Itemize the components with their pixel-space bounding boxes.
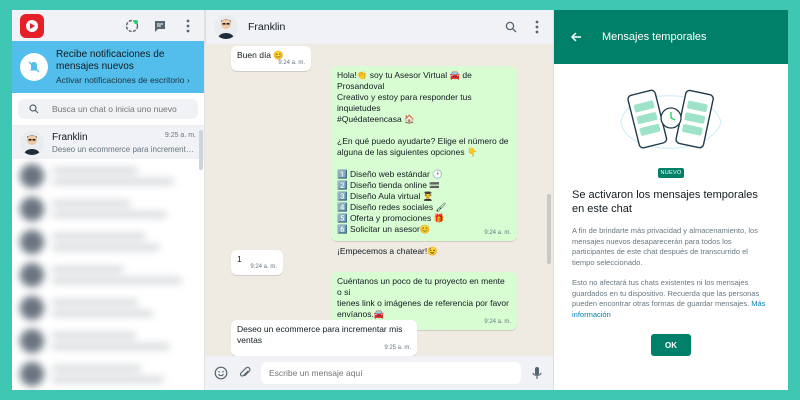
composer <box>205 356 553 390</box>
message-incoming[interactable]: 1 9:24 a. m. <box>231 250 283 275</box>
chat-item-franklin[interactable]: Franklin 9:25 a. m. Deseo un ecommerce pa… <box>12 126 204 160</box>
blurred-chat-item[interactable] <box>12 159 204 192</box>
description-2: Esto no afectará tus chats existentes ni… <box>572 278 760 308</box>
enable-notifications-link[interactable]: Activar notificaciones de escritorio › <box>56 75 196 85</box>
blurred-chat-item[interactable] <box>12 225 204 258</box>
message-line: Hola!👏 soy tu Asesor Virtual 🚘 de Prosan… <box>337 70 472 91</box>
search-bar <box>12 93 204 127</box>
avatar <box>20 295 44 320</box>
option-line: 3️⃣ Diseño Aula virtual 👨‍🎓 <box>337 191 434 201</box>
message-time: 9:24 a. m. <box>250 264 277 270</box>
option-line: 5️⃣ Oferta y promociones 🎁 <box>337 213 445 223</box>
conversation-header[interactable]: Franklin <box>205 10 553 44</box>
avatar <box>20 130 44 155</box>
search-icon[interactable] <box>26 101 42 117</box>
panel-header: Mensajes temporales <box>554 10 788 64</box>
attach-icon[interactable] <box>237 365 253 381</box>
message-input[interactable] <box>261 362 521 384</box>
message-scrollbar[interactable] <box>547 194 551 264</box>
panel-title: Mensajes temporales <box>602 31 707 43</box>
message-outgoing[interactable]: Hola!👏 soy tu Asesor Virtual 🚘 de Prosan… <box>331 66 517 256</box>
left-header <box>12 10 204 42</box>
avatar <box>20 361 44 386</box>
message-line: #Quédateencasa 🏠 <box>337 114 415 124</box>
message-line: Cuéntanos un poco de tu proyecto en ment… <box>337 276 505 297</box>
option-line: 1️⃣ Diseño web estándar 🕑 <box>337 169 443 179</box>
phones-timer-illustration <box>620 89 722 149</box>
conversation-panel: Franklin Buen día 😊 9:24 a. m. Hola!👏 so… <box>205 10 553 390</box>
new-chat-icon[interactable] <box>152 18 168 34</box>
message-line: Deseo un ecommerce para incrementar mis <box>237 324 403 334</box>
message-incoming[interactable]: Deseo un ecommerce para incrementar mis … <box>231 320 417 356</box>
avatar <box>20 262 44 287</box>
avatar <box>20 163 44 188</box>
message-time: 9:24 a. m. <box>484 319 511 325</box>
logo-icon <box>26 19 38 32</box>
panel-heading: Se activaron los mensajes temporales en … <box>572 189 758 215</box>
chat-name: Franklin <box>52 131 88 143</box>
chat-time: 9:25 a. m. <box>164 131 196 139</box>
option-line: 4️⃣ Diseño redes sociales 🖌 <box>337 202 447 212</box>
ok-button[interactable]: OK <box>651 334 691 356</box>
chat-list-panel: Recibe notificaciones de mensajes nuevos… <box>12 10 205 390</box>
message-time: 9:24 a. m. <box>484 230 511 236</box>
avatar <box>20 196 44 221</box>
search-input[interactable] <box>52 104 190 115</box>
emoji-icon[interactable] <box>213 365 229 381</box>
message-area: Buen día 😊 9:24 a. m. Hola!👏 soy tu Ases… <box>205 44 553 356</box>
notification-banner[interactable]: Recibe notificaciones de mensajes nuevos… <box>12 41 204 94</box>
contact-name: Franklin <box>248 21 286 33</box>
avatar <box>20 328 44 353</box>
notification-title: Recibe notificaciones de mensajes nuevos <box>56 49 165 73</box>
blurred-chat-item[interactable] <box>12 192 204 225</box>
message-time: 9:25 a. m. <box>384 345 411 351</box>
message-incoming[interactable]: Buen día 😊 9:24 a. m. <box>231 46 311 71</box>
chat-preview: Deseo un ecommerce para incrementar las … <box>52 144 196 154</box>
app-logo[interactable] <box>20 13 44 38</box>
message-line: alguna de las siguientes opciones 👇 <box>337 147 478 157</box>
new-badge: NUEVO <box>658 168 684 178</box>
blurred-chat-item[interactable] <box>12 357 204 390</box>
message-line: ¡Empecemos a chatear!😉 <box>337 246 438 256</box>
message-line: tienes link o imágenes de referencia por… <box>337 298 509 308</box>
blurred-chat-item[interactable] <box>12 324 204 357</box>
blurred-chat-item[interactable] <box>12 258 204 291</box>
contact-avatar[interactable] <box>214 15 238 39</box>
chat-list-scrollbar[interactable] <box>199 130 203 170</box>
message-line: Creativo y estoy para responder tus inqu… <box>337 92 472 113</box>
bell-off-icon <box>20 53 48 82</box>
microphone-icon[interactable] <box>529 365 545 381</box>
description-1: A fin de brindarte más privacidad y alma… <box>572 226 758 267</box>
status-icon[interactable] <box>124 18 140 34</box>
option-line: 2️⃣ Diseño tienda online 🟰 <box>337 180 440 190</box>
app-window: Recibe notificaciones de mensajes nuevos… <box>12 10 788 390</box>
back-arrow-icon[interactable] <box>568 29 584 45</box>
disappearing-messages-panel: Mensajes temporales NUEVO Se activaron l… <box>553 10 788 390</box>
search-icon[interactable] <box>503 19 519 35</box>
message-text: Buen día 😊 <box>237 50 284 60</box>
message-text: 1 <box>237 254 242 264</box>
menu-icon[interactable] <box>180 18 196 34</box>
avatar <box>20 229 44 254</box>
blurred-chat-item[interactable] <box>12 291 204 324</box>
message-time: 9:24 a. m. <box>278 60 305 66</box>
message-line: ¿En qué puedo ayudarte? Elige el número … <box>337 136 509 146</box>
menu-icon[interactable] <box>529 19 545 35</box>
